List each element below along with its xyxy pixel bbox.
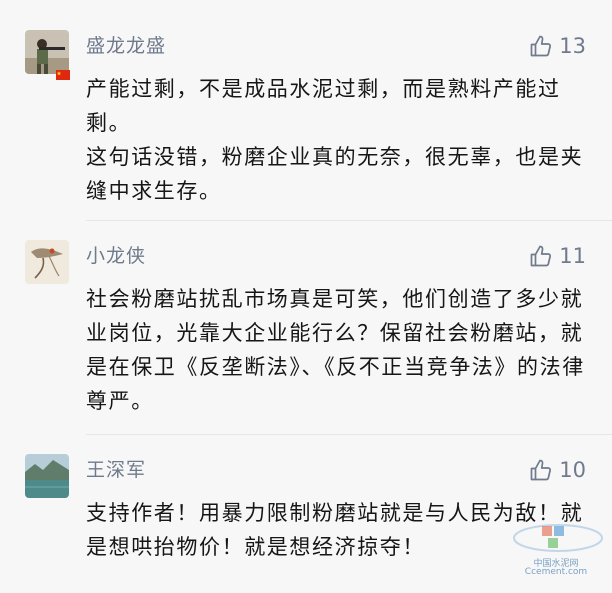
commenter-name[interactable]: 盛龙龙盛	[86, 34, 166, 58]
like-button[interactable]: 13	[529, 32, 586, 60]
watermark-text: Ccement.com	[524, 567, 588, 577]
site-watermark: 中国水泥网 Ccement.com	[500, 512, 612, 582]
like-button[interactable]: 10	[529, 456, 586, 484]
comment-text: 产能过剩，不是成品水泥过剩，而是熟料产能过剩。 这句话没错，粉磨企业真的无奈，很…	[86, 72, 586, 208]
divider	[86, 220, 612, 221]
like-count: 11	[559, 244, 586, 268]
comment-paragraph: 这句话没错，粉磨企业真的无奈，很无辜，也是夹缝中求生存。	[86, 145, 584, 203]
like-button[interactable]: 11	[529, 242, 586, 270]
commenter-name[interactable]: 小龙侠	[86, 244, 146, 268]
watermark-logo-icon	[513, 524, 603, 552]
thumbs-up-icon	[530, 35, 552, 57]
avatar[interactable]	[25, 240, 69, 284]
like-count: 10	[559, 458, 586, 482]
avatar[interactable]	[25, 454, 69, 498]
commenter-name[interactable]: 王深军	[86, 458, 146, 482]
like-count: 13	[559, 34, 586, 58]
china-flag-icon	[56, 70, 70, 80]
comment-paragraph: 产能过剩，不是成品水泥过剩，而是熟料产能过剩。	[86, 77, 561, 135]
divider	[86, 434, 612, 435]
comment-text: 社会粉磨站扰乱市场真是可笑，他们创造了多少就业岗位，光靠大企业能行么？保留社会粉…	[86, 282, 586, 418]
avatar[interactable]	[25, 30, 69, 74]
comment-paragraph: 社会粉磨站扰乱市场真是可笑，他们创造了多少就业岗位，光靠大企业能行么？保留社会粉…	[86, 287, 585, 413]
thumbs-up-icon	[530, 245, 552, 267]
thumbs-up-icon	[530, 459, 552, 481]
